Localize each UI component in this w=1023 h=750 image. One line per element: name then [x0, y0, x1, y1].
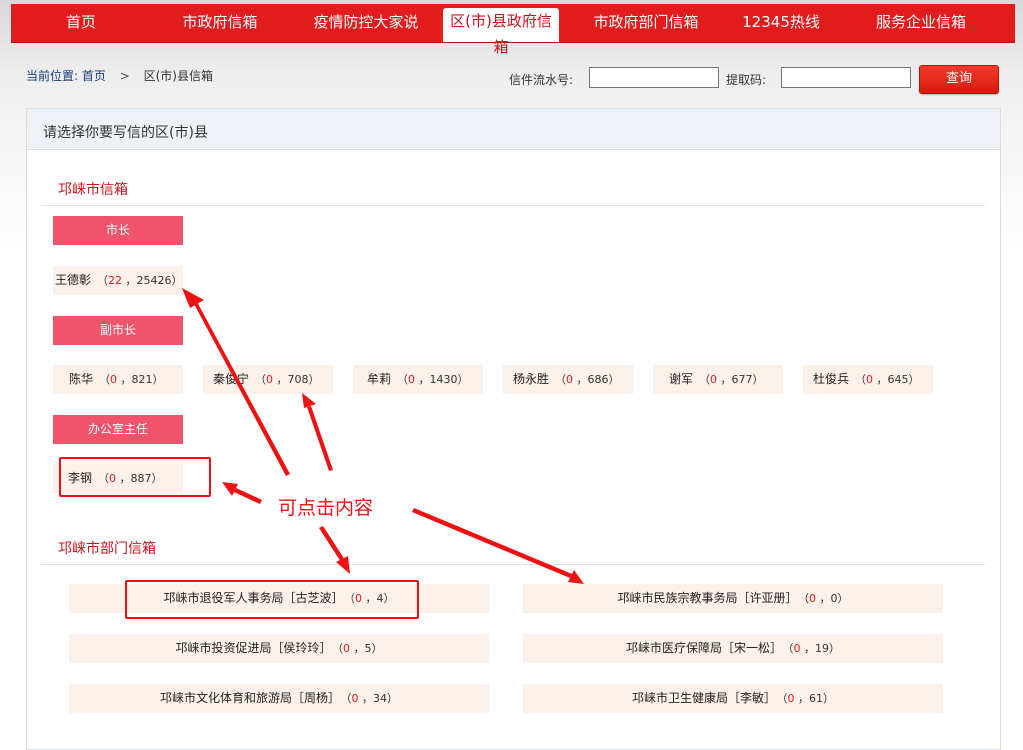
leader-mailbox-item[interactable]: 谢军 （0 ，677）	[653, 365, 783, 394]
leader-pending-count: 0	[110, 373, 118, 386]
breadcrumb-separator: >	[119, 69, 130, 83]
leader-total-count: 821	[131, 373, 153, 386]
annotation-highlight-box	[125, 580, 419, 619]
dept-total-count: 19	[815, 642, 829, 655]
leader-pending-count: 22	[108, 274, 123, 287]
leader-pending-count: 0	[866, 373, 874, 386]
breadcrumb-label: 当前位置:	[26, 69, 79, 83]
leader-total-count: 1430	[429, 373, 458, 386]
main-nav: 首页 市政府信箱 疫情防控大家说 区(市)县政府信箱 市政府部门信箱 12345…	[11, 4, 1015, 56]
leader-total-count: 686	[587, 373, 609, 386]
leader-name: 牟莉	[367, 372, 392, 386]
panel-header: 请选择你要写信的区(市)县	[27, 109, 1000, 150]
annotation-label: 可点击内容	[278, 497, 374, 519]
leader-total-count: 677	[731, 373, 753, 386]
extract-code-input[interactable]	[781, 67, 911, 88]
dept-name: 邛崃市投资促进局［侯玲玲］	[175, 641, 332, 655]
dept-mailbox-item[interactable]: 邛崃市卫生健康局［李敏］ （0 ，61）	[523, 684, 943, 713]
leader-pending-count: 0	[566, 373, 574, 386]
nav-tab-enterprise-mailbox[interactable]: 服务企业信箱	[861, 4, 981, 42]
breadcrumb: 当前位置: 首页 > 区(市)县信箱	[26, 67, 213, 84]
dept-mailbox-item[interactable]: 邛崃市民族宗教事务局［许亚册］ （0 ，0）	[523, 584, 943, 613]
dept-name: 邛崃市卫生健康局［李敏］	[631, 691, 776, 705]
nav-tab-dept-mailbox[interactable]: 市政府部门信箱	[571, 4, 721, 42]
role-label-mayor: 市长	[53, 216, 183, 245]
nav-tab-city-gov-mailbox[interactable]: 市政府信箱	[156, 4, 284, 42]
dept-pending-count: 0	[351, 692, 359, 705]
dept-name: 邛崃市医疗保障局［宋一松］	[625, 641, 782, 655]
leader-pending-count: 0	[408, 373, 416, 386]
leader-mailbox-item[interactable]: 秦俊宁 （0 ，708）	[203, 365, 333, 394]
dept-pending-count: 0	[343, 642, 350, 655]
leader-mailbox-item[interactable]: 陈华 （0 ，821）	[53, 365, 183, 394]
leader-name: 杨永胜	[513, 372, 550, 386]
nav-tab-epidemic-forum[interactable]: 疫情防控大家说	[294, 4, 438, 42]
leader-mailbox-item[interactable]: 牟莉 （0 ，1430）	[353, 365, 483, 394]
district-select-panel: 请选择你要写信的区(市)县 邛崃市信箱 市长 王德彰 （22 ，25426） 副市…	[26, 108, 1001, 750]
breadcrumb-home-link[interactable]: 首页	[82, 69, 106, 83]
leader-total-count: 645	[887, 373, 909, 386]
dept-pending-count: 0	[793, 642, 801, 655]
dept-total-count: 61	[809, 692, 823, 705]
query-button[interactable]: 查询	[919, 65, 999, 94]
leader-name: 王德彰	[55, 273, 92, 287]
nav-tab-home[interactable]: 首页	[11, 4, 151, 42]
dept-total-count: 34	[373, 692, 387, 705]
dept-name: 邛崃市文化体育和旅游局［周杨］	[159, 691, 340, 705]
dept-mailbox-section-title: 邛崃市部门信箱	[58, 541, 156, 557]
leader-name: 秦俊宁	[213, 372, 250, 386]
dept-pending-count: 0	[809, 592, 816, 605]
leader-mailbox-item[interactable]: 杨永胜 （0 ，686）	[503, 365, 633, 394]
dept-pending-count: 0	[787, 692, 795, 705]
leader-mailbox-item[interactable]: 杜俊兵 （0 ，645）	[803, 365, 933, 394]
leader-name: 杜俊兵	[813, 372, 850, 386]
leader-name: 陈华	[69, 372, 94, 386]
dept-mailbox-item[interactable]: 邛崃市投资促进局［侯玲玲］ （0 ，5）	[69, 634, 489, 663]
serial-number-label: 信件流水号:	[509, 73, 574, 87]
dept-mailbox-item[interactable]: 邛崃市医疗保障局［宋一松］ （0 ，19）	[523, 634, 943, 663]
leader-pending-count: 0	[266, 373, 274, 386]
dept-name: 邛崃市民族宗教事务局［许亚册］	[617, 591, 798, 605]
leader-total-count: 25426	[136, 274, 172, 287]
annotation-highlight-box	[59, 457, 211, 497]
city-mailbox-section-title: 邛崃市信箱	[58, 182, 128, 198]
dept-mailbox-item[interactable]: 邛崃市文化体育和旅游局［周杨］ （0 ，34）	[69, 684, 489, 713]
section-divider	[41, 564, 985, 565]
leader-name: 谢军	[669, 372, 694, 386]
panel-title: 请选择你要写信的区(市)县	[43, 125, 208, 141]
breadcrumb-current: 区(市)县信箱	[143, 69, 213, 83]
extract-code-label: 提取码:	[726, 73, 767, 87]
nav-tab-district-gov-mailbox[interactable]: 区(市)县政府信箱	[443, 8, 559, 56]
section-divider	[41, 205, 985, 206]
role-label-office-director: 办公室主任	[53, 415, 183, 444]
nav-tab-12345-hotline[interactable]: 12345热线	[726, 4, 836, 42]
leader-total-count: 708	[287, 373, 309, 386]
dept-total-count: 0	[830, 592, 838, 605]
serial-number-input[interactable]	[589, 67, 719, 88]
leader-mailbox-item[interactable]: 王德彰 （22 ，25426）	[53, 266, 183, 295]
leader-pending-count: 0	[710, 373, 718, 386]
role-label-vice-mayor: 副市长	[53, 316, 183, 345]
dept-total-count: 5	[364, 642, 372, 655]
